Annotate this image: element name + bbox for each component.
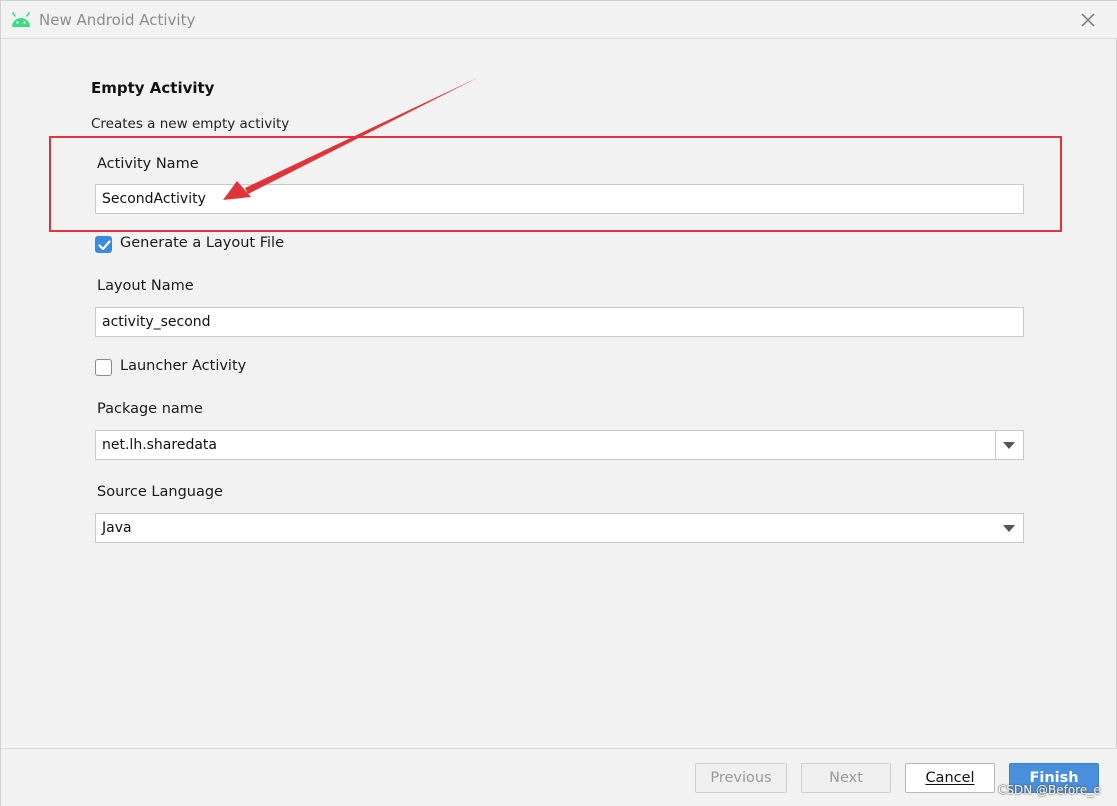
window-title: New Android Activity <box>39 11 196 29</box>
combobox-divider <box>995 431 996 459</box>
generate-layout-checkbox[interactable] <box>95 236 112 253</box>
close-icon[interactable] <box>1077 9 1099 31</box>
cancel-button-label: Cancel <box>925 770 975 786</box>
chevron-down-icon[interactable] <box>1003 442 1015 449</box>
template-heading: Empty Activity <box>91 79 215 97</box>
launcher-activity-label: Launcher Activity <box>120 358 247 374</box>
previous-button[interactable]: Previous <box>695 763 787 793</box>
android-icon <box>12 12 30 27</box>
next-button[interactable]: Next <box>801 763 891 793</box>
source-language-select[interactable]: Java <box>95 513 1024 543</box>
dialog-window: New Android Activity Empty Activity Crea… <box>0 0 1117 806</box>
template-description: Creates a new empty activity <box>91 116 290 132</box>
title-bar: New Android Activity <box>1 1 1117 39</box>
cancel-button[interactable]: Cancel <box>905 763 995 793</box>
source-language-label: Source Language <box>97 484 223 500</box>
generate-layout-label: Generate a Layout File <box>120 235 284 251</box>
layout-name-label: Layout Name <box>97 278 194 294</box>
package-name-combobox[interactable]: net.lh.sharedata <box>95 430 1024 460</box>
layout-name-input[interactable] <box>95 307 1024 337</box>
watermark-text: CSDN @Before_e <box>998 783 1101 797</box>
launcher-activity-checkbox[interactable] <box>95 359 112 376</box>
source-language-value: Java <box>102 520 132 536</box>
package-name-label: Package name <box>97 401 203 417</box>
activity-name-label: Activity Name <box>97 156 199 172</box>
chevron-down-icon[interactable] <box>1003 525 1015 532</box>
activity-name-input[interactable] <box>95 184 1024 214</box>
checkmark-icon <box>98 240 111 251</box>
package-name-value[interactable]: net.lh.sharedata <box>102 431 217 459</box>
